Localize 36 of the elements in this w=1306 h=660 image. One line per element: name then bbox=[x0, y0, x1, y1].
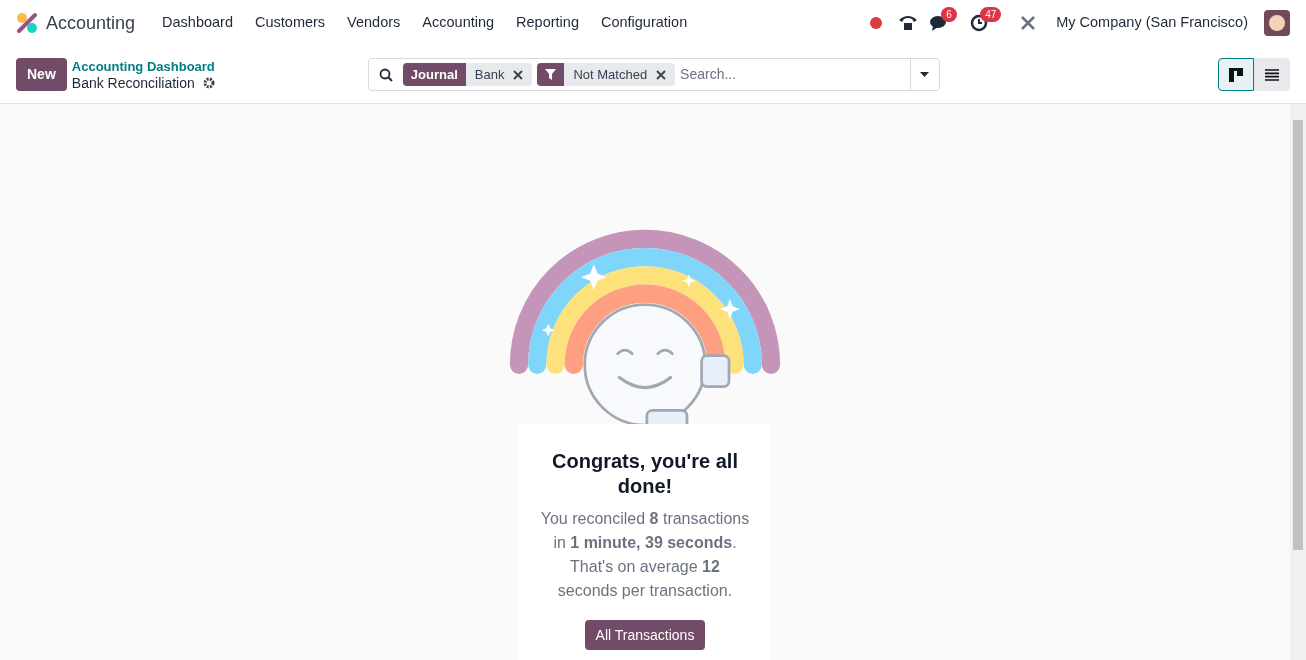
scrollbar[interactable] bbox=[1290, 104, 1306, 660]
search-icon[interactable] bbox=[378, 67, 393, 82]
company-name[interactable]: My Company (San Francisco) bbox=[1056, 12, 1248, 34]
app-name[interactable]: Accounting bbox=[46, 9, 136, 37]
caret-icon bbox=[920, 72, 930, 77]
menu-item[interactable]: Configuration bbox=[589, 12, 699, 34]
search-facet[interactable]: Not Matched bbox=[537, 63, 676, 86]
search-bar[interactable]: Journal Bank Not Matched Search... bbox=[367, 58, 940, 91]
menu-item[interactable]: Customers bbox=[244, 12, 337, 34]
new-button[interactable]: New bbox=[16, 58, 67, 91]
success-title: Congrats, you're all done! bbox=[551, 449, 739, 499]
all-transactions-button[interactable]: All Transactions bbox=[584, 620, 706, 650]
filter-icon bbox=[545, 69, 557, 80]
settings-icon[interactable] bbox=[202, 76, 215, 89]
menu-item[interactable]: Dashboard bbox=[151, 12, 244, 34]
breadcrumb-link[interactable]: Accounting Dashboard bbox=[71, 58, 368, 75]
user-avatar[interactable] bbox=[1264, 10, 1290, 36]
menu-item[interactable]: Vendors bbox=[336, 12, 412, 34]
message-count-badge: 6 bbox=[941, 7, 957, 22]
list-view-button[interactable] bbox=[1254, 58, 1290, 91]
close-icon[interactable] bbox=[513, 69, 524, 80]
list-icon bbox=[1265, 68, 1279, 81]
menu-item[interactable]: Reporting bbox=[505, 12, 590, 34]
facet-value: Bank bbox=[473, 65, 506, 84]
search-facet[interactable]: Journal Bank bbox=[402, 63, 533, 86]
kanban-view-button[interactable] bbox=[1218, 58, 1254, 91]
success-message: You reconciled 8 transactions in 1 minute, 39 seconds. That's on average 12 seconds per transaction. bbox=[539, 509, 751, 601]
close-icon[interactable] bbox=[656, 69, 667, 80]
facet-label: Journal bbox=[402, 63, 466, 86]
phone-icon[interactable] bbox=[898, 14, 919, 32]
facet-value: Not Matched bbox=[572, 65, 649, 84]
kanban-icon bbox=[1229, 67, 1243, 82]
app-logo-icon[interactable] bbox=[16, 12, 38, 34]
menu-item[interactable]: Accounting bbox=[411, 12, 506, 34]
activity-count-badge: 47 bbox=[980, 7, 1002, 22]
breadcrumb-current: Bank Reconciliation bbox=[71, 74, 195, 91]
